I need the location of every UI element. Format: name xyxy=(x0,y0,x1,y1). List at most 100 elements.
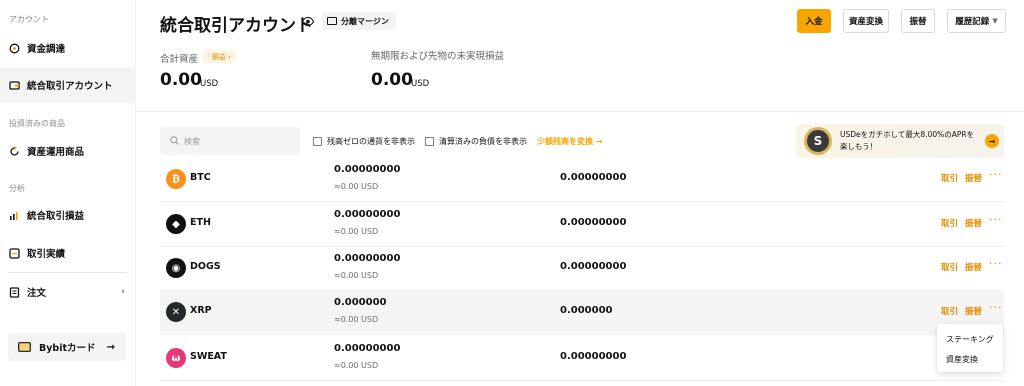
transfer-button[interactable]: 振替 xyxy=(901,9,935,33)
arrow-right-icon[interactable]: → xyxy=(985,134,999,148)
hide-liquidated-label: 清算済みの負債を非表示 xyxy=(439,137,527,146)
arrow-right-icon: → xyxy=(595,137,603,146)
asset-usd-value: ≈0.00 USD xyxy=(334,227,379,236)
asset-amount: 0.000000 xyxy=(334,297,387,308)
hide-zero-checkbox[interactable]: 残高ゼロの通貨を非表示 xyxy=(313,136,415,147)
chart-mini-icon: ⫶ xyxy=(208,52,210,60)
sidebar-item-label: 資金調達 xyxy=(27,44,66,55)
more-icon[interactable]: ··· xyxy=(989,213,1003,226)
trade-link[interactable]: 取引 xyxy=(941,172,958,184)
eye-icon[interactable] xyxy=(301,16,315,29)
asset-symbol: ETH xyxy=(190,217,211,228)
section-title-account: アカウント xyxy=(9,15,49,24)
transfer-link[interactable]: 振替 xyxy=(965,172,982,184)
total-assets-unit: USD xyxy=(200,79,219,89)
sidebar-item-label: 取引実績 xyxy=(27,249,66,260)
divider xyxy=(136,111,1024,112)
promo-text: USDeをガチホして最大8.00%のAPRを楽しもう！ xyxy=(840,130,975,151)
asset-equity: 0.00000000 xyxy=(560,217,627,228)
asset-usd-value: ≈0.00 USD xyxy=(334,182,379,191)
bybit-card-button[interactable]: Bybitカード → xyxy=(8,333,126,361)
checkbox-box[interactable] xyxy=(425,137,434,146)
refresh-icon xyxy=(9,145,20,157)
trade-link[interactable]: 取引 xyxy=(941,217,958,229)
menu-item-convert[interactable]: 資産変換 xyxy=(946,354,978,365)
transfer-link[interactable]: 振替 xyxy=(965,305,982,317)
caret-down-icon: ▼ xyxy=(992,17,998,25)
trade-link[interactable]: 取引 xyxy=(941,261,958,273)
document-icon xyxy=(9,286,20,298)
hide-liquidated-checkbox[interactable]: 清算済みの負債を非表示 xyxy=(425,136,527,147)
asset-amount: 0.00000000 xyxy=(334,164,401,175)
trade-link[interactable]: 取引 xyxy=(941,305,958,317)
asset-amount: 0.00000000 xyxy=(334,253,401,264)
table-row[interactable]: ◉ DOGS 0.00000000 ≈0.00 USD 0.00000000 取引 振替 ··… xyxy=(160,247,1004,291)
list-box-icon xyxy=(9,247,20,259)
asset-equity: 0.00000000 xyxy=(560,172,627,183)
eth-icon: ◆ xyxy=(166,214,186,234)
asset-equity: 0.000000 xyxy=(560,305,613,316)
transfer-link[interactable]: 振替 xyxy=(965,261,982,273)
history-dropdown-button[interactable]: 履歴記録 ▼ xyxy=(947,9,1006,33)
asset-symbol: DOGS xyxy=(190,261,221,272)
hide-zero-label: 残高ゼロの通貨を非表示 xyxy=(327,137,415,146)
table-row[interactable]: ✕ XRP 0.000000 ≈0.00 USD 0.000000 取引 振替 ··· xyxy=(160,291,1004,335)
pnl-badge[interactable]: ⫶ 損益 › xyxy=(203,50,236,63)
sidebar-item-orders[interactable]: 注文 › xyxy=(0,274,136,310)
asset-usd-value: ≈0.00 USD xyxy=(334,315,379,324)
coin-circle-icon xyxy=(9,43,20,54)
page-title: 統合取引アカウント xyxy=(160,16,313,36)
margin-icon xyxy=(327,17,337,25)
sidebar-item-earn-products[interactable]: 資産運用商品 xyxy=(0,133,136,169)
sidebar-item-trade-history[interactable]: 取引実績 xyxy=(0,235,136,271)
wallet-icon xyxy=(9,80,20,91)
small-balance-convert-link[interactable]: 少額残高を変換 → xyxy=(537,136,603,147)
transfer-link[interactable]: 振替 xyxy=(965,217,982,229)
margin-mode-label: 分離マージン xyxy=(341,16,389,26)
card-label: Bybitカード xyxy=(39,343,96,354)
card-icon xyxy=(18,342,31,352)
chevron-right-icon: › xyxy=(227,52,231,61)
asset-symbol: XRP xyxy=(190,305,212,316)
sidebar-item-pnl[interactable]: 統合取引損益 xyxy=(0,197,136,233)
sweat-icon: ω xyxy=(166,348,186,368)
asset-symbol: SWEAT xyxy=(190,351,227,362)
more-icon[interactable]: ··· xyxy=(989,257,1003,270)
table-row[interactable]: ◆ ETH 0.00000000 ≈0.00 USD 0.00000000 取引 振替 ··· xyxy=(160,203,1004,247)
convert-button[interactable]: 資産変換 xyxy=(843,9,889,33)
sidebar-item-funding[interactable]: 資金調達 xyxy=(0,30,136,66)
unrealized-pnl-unit: USD xyxy=(411,79,430,89)
search-box[interactable] xyxy=(160,127,300,155)
arrow-right-icon: → xyxy=(106,341,115,353)
total-assets-label: 合計資産 xyxy=(160,54,199,65)
search-input[interactable] xyxy=(184,136,294,146)
more-icon[interactable]: ··· xyxy=(989,301,1003,314)
small-convert-label: 少額残高を変換 xyxy=(537,137,593,146)
unrealized-pnl-label: 無期限および先物の未実現損益 xyxy=(371,51,505,62)
more-icon[interactable]: ··· xyxy=(989,168,1003,181)
asset-usd-value: ≈0.00 USD xyxy=(334,271,379,280)
table-row[interactable]: ₿ BTC 0.00000000 ≈0.00 USD 0.00000000 取引 振替 ··· xyxy=(160,158,1004,202)
asset-amount: 0.00000000 xyxy=(334,209,401,220)
unrealized-pnl-value: 0.00 xyxy=(371,70,413,90)
menu-item-staking[interactable]: ステーキング xyxy=(946,334,994,345)
sidebar-item-label: 資産運用商品 xyxy=(27,147,85,158)
sidebar-item-label: 統合取引損益 xyxy=(27,211,85,222)
sidebar-item-label: 統合取引アカウント xyxy=(27,81,113,92)
chevron-right-icon: › xyxy=(121,287,125,297)
bar-chart-icon xyxy=(9,210,20,221)
margin-mode-badge[interactable]: 分離マージン xyxy=(322,12,396,30)
table-row[interactable]: ωSWEAT0.00000000≈0.00 USD0.00000000取引振替·… xyxy=(160,337,1004,381)
asset-amount: 0.00000000 xyxy=(334,343,401,354)
checkbox-box[interactable] xyxy=(313,137,322,146)
section-title-analysis: 分析 xyxy=(9,184,25,193)
dogs-icon: ◉ xyxy=(166,258,186,278)
sidebar-item-unified-account[interactable]: 統合取引アカウント xyxy=(0,67,136,103)
pnl-badge-label: 損益 xyxy=(211,52,226,61)
total-assets-value: 0.00 xyxy=(160,70,202,90)
sidebar-item-label: 注文 xyxy=(27,288,47,299)
deposit-button[interactable]: 入金 xyxy=(797,9,831,33)
xrp-icon: ✕ xyxy=(166,302,186,322)
sidebar-divider xyxy=(9,272,126,273)
promo-banner[interactable]: S USDeをガチホして最大8.00%のAPRを楽しもう！ → xyxy=(796,124,1004,158)
